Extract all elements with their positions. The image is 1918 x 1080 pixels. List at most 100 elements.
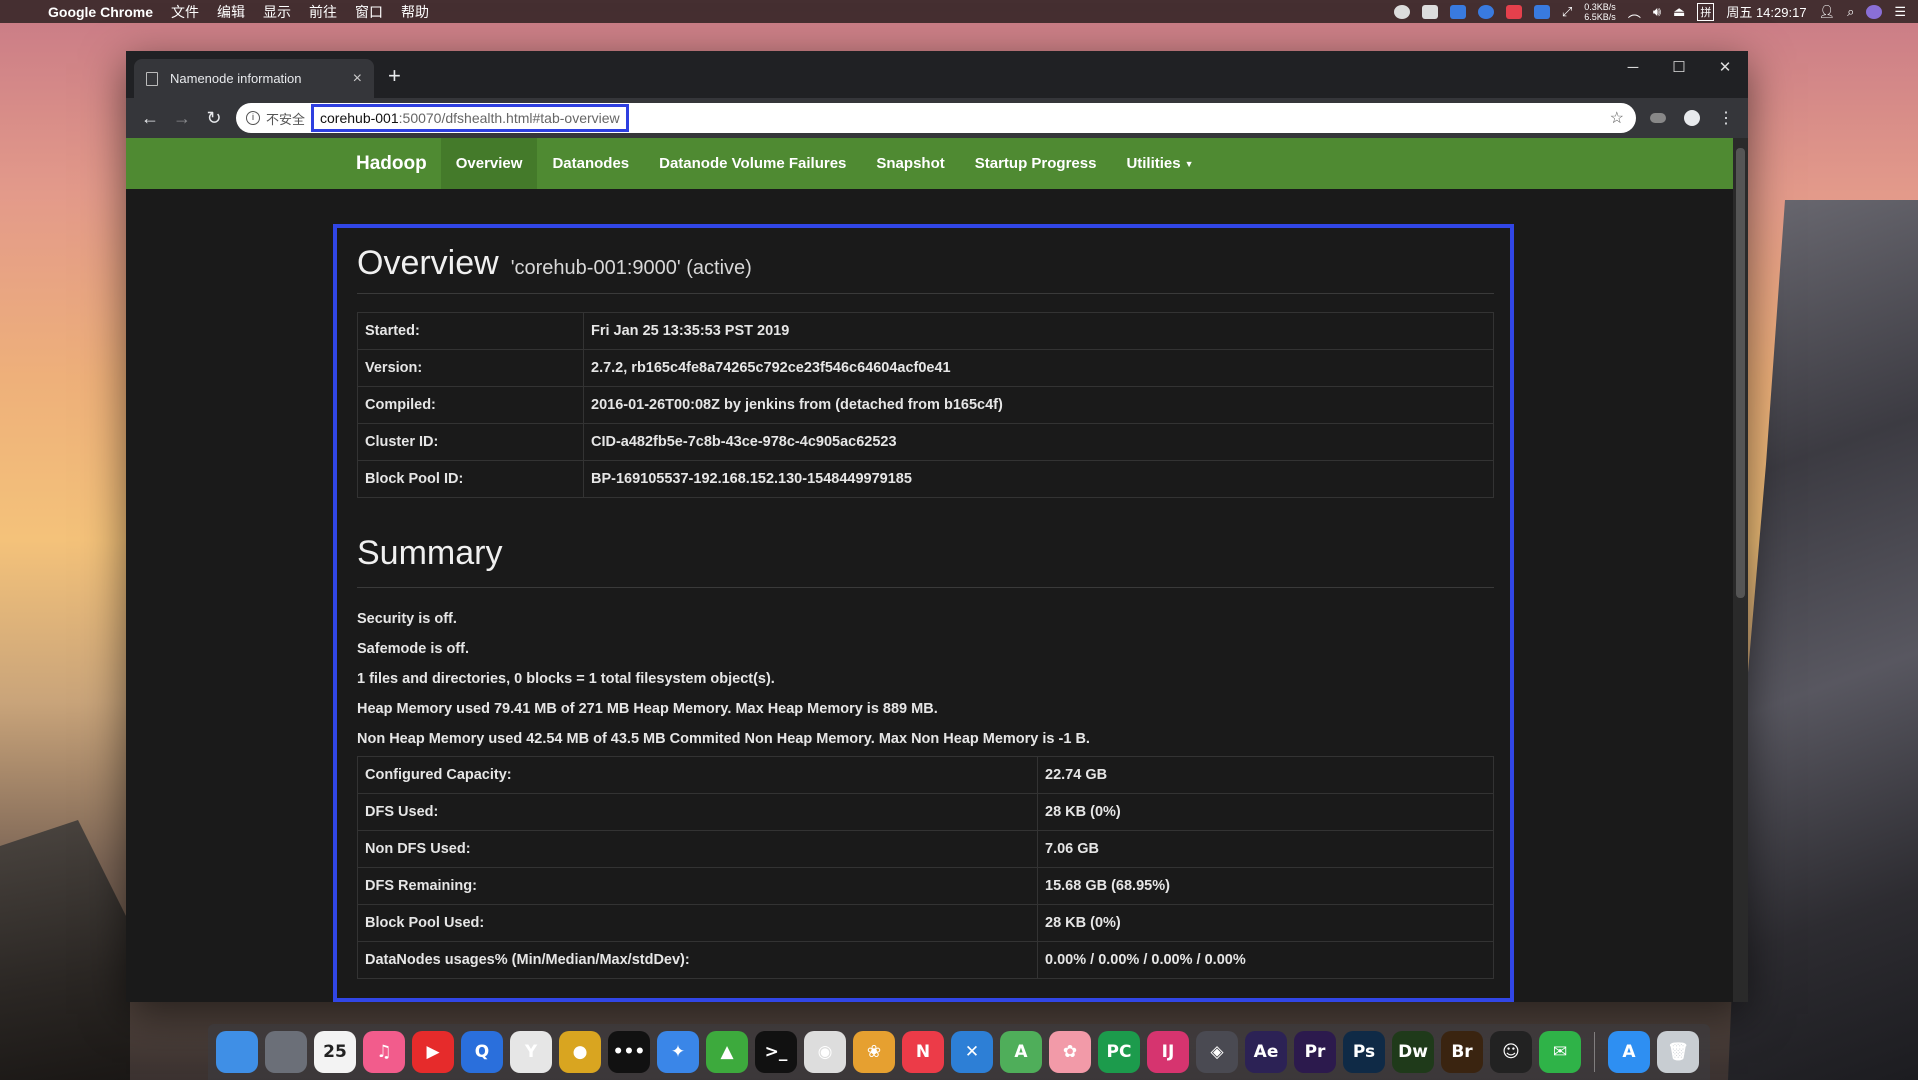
chrome-menu-icon[interactable]: ⋮ xyxy=(1718,108,1734,128)
nav-datanodes[interactable]: Datanodes xyxy=(537,138,644,189)
table-row: Non DFS Used: 7.06 GB xyxy=(357,830,1494,868)
url-text[interactable]: corehub-001:50070/dfshealth.html#tab-ove… xyxy=(311,104,629,132)
menu-file[interactable]: 文件 xyxy=(171,2,199,22)
browser-tab[interactable]: Namenode information × xyxy=(134,59,374,98)
yandex-icon[interactable]: Y xyxy=(510,1031,552,1073)
back-button[interactable]: ← xyxy=(134,108,166,129)
music-status-icon[interactable] xyxy=(1505,4,1522,19)
new-tab-button[interactable]: + xyxy=(388,63,401,89)
menubar-clock[interactable]: 周五 14:29:17 xyxy=(1726,2,1806,21)
launchpad-icon[interactable] xyxy=(265,1031,307,1073)
bridge-icon[interactable]: Br xyxy=(1441,1031,1483,1073)
chrome-icon[interactable]: ● xyxy=(559,1031,601,1073)
safari-icon[interactable]: ✦ xyxy=(657,1031,699,1073)
davinci-icon[interactable]: ◈ xyxy=(1196,1031,1238,1073)
chat-status-icon[interactable] xyxy=(1477,4,1494,19)
q-browser-icon[interactable]: Q xyxy=(461,1031,503,1073)
photoshop-icon[interactable]: Ps xyxy=(1343,1031,1385,1073)
bookmark-star-icon[interactable]: ☆ xyxy=(1610,108,1624,128)
table-row: Started: Fri Jan 25 13:35:53 PST 2019 xyxy=(357,312,1494,350)
maximize-button[interactable]: ☐ xyxy=(1656,51,1702,83)
news-icon[interactable]: N xyxy=(902,1031,944,1073)
expand-status-icon[interactable]: ⤢ xyxy=(1562,4,1572,20)
app-store-icon[interactable]: A xyxy=(1608,1031,1650,1073)
dots-icon[interactable]: ••• xyxy=(608,1031,650,1073)
finder-icon[interactable] xyxy=(216,1031,258,1073)
notification-center-icon[interactable]: ☰ xyxy=(1894,4,1906,20)
scrollbar-thumb[interactable] xyxy=(1736,148,1745,598)
input-method-indicator[interactable]: 拼 xyxy=(1697,2,1715,21)
site-info-icon[interactable]: i xyxy=(246,111,260,125)
hadoop-brand[interactable]: Hadoop xyxy=(356,153,427,175)
trash-icon[interactable]: 🗑 xyxy=(1657,1031,1699,1073)
keyboard-status-icon[interactable] xyxy=(1421,4,1438,19)
nav-utilities[interactable]: Utilities ▼ xyxy=(1111,138,1208,189)
row-value: 15.68 GB (68.95%) xyxy=(1037,867,1494,905)
qq-icon[interactable]: ☺ xyxy=(1490,1031,1532,1073)
row-key: Configured Capacity: xyxy=(357,756,1038,794)
overview-header: Overview 'corehub-001:9000' (active) xyxy=(357,244,1494,294)
insecure-label[interactable]: 不安全 xyxy=(266,109,305,128)
network-up-speed: 0.3KB/s xyxy=(1584,1,1616,12)
table-row: Compiled: 2016-01-26T00:08Z by jenkins f… xyxy=(357,386,1494,424)
menubar-app-name[interactable]: Google Chrome xyxy=(48,4,153,20)
spotlight-search-icon[interactable]: ⌕ xyxy=(1847,4,1854,20)
mindnode-icon[interactable]: ✿ xyxy=(1049,1031,1091,1073)
eject-icon[interactable]: ⏏ xyxy=(1673,4,1685,20)
menu-window[interactable]: 窗口 xyxy=(355,2,383,22)
android-icon[interactable]: ▲ xyxy=(706,1031,748,1073)
wechat-icon[interactable]: ✉ xyxy=(1539,1031,1581,1073)
github-icon[interactable]: ◉ xyxy=(804,1031,846,1073)
table-row: Cluster ID: CID-a482fb5e-7c8b-43ce-978c-… xyxy=(357,423,1494,461)
row-key: Compiled: xyxy=(357,386,584,424)
minimize-button[interactable]: ─ xyxy=(1610,51,1656,83)
dreamweaver-icon[interactable]: Dw xyxy=(1392,1031,1434,1073)
nav-datanode-volume-failures[interactable]: Datanode Volume Failures xyxy=(644,138,861,189)
premiere-icon[interactable]: Pr xyxy=(1294,1031,1336,1073)
screen-status-icon[interactable] xyxy=(1449,4,1466,19)
close-window-button[interactable]: ✕ xyxy=(1702,51,1748,83)
forward-button[interactable]: → xyxy=(166,108,198,129)
terminal-icon[interactable]: >_ xyxy=(755,1031,797,1073)
nav-startup-progress[interactable]: Startup Progress xyxy=(960,138,1112,189)
xcode-icon[interactable]: ✕ xyxy=(951,1031,993,1073)
url-path: :50070/dfshealth.html#tab-overview xyxy=(398,110,620,126)
url-host: corehub-001 xyxy=(320,110,399,126)
youtube-icon[interactable]: ▶ xyxy=(412,1031,454,1073)
nav-snapshot[interactable]: Snapshot xyxy=(861,138,959,189)
network-down-speed: 6.5KB/s xyxy=(1584,11,1616,22)
summary-title: Summary xyxy=(357,534,1494,588)
intellij-icon[interactable]: IJ xyxy=(1147,1031,1189,1073)
menu-edit[interactable]: 编辑 xyxy=(217,2,245,22)
menu-help[interactable]: 帮助 xyxy=(401,2,429,22)
music-icon[interactable]: ♫ xyxy=(363,1031,405,1073)
wifi-icon[interactable]: ︵ xyxy=(1628,2,1641,21)
table-row: Block Pool ID: BP-169105537-192.168.152.… xyxy=(357,460,1494,498)
translate-status-icon[interactable] xyxy=(1533,4,1550,19)
siri-icon[interactable] xyxy=(1866,4,1883,19)
nav-overview[interactable]: Overview xyxy=(440,138,538,189)
row-value: BP-169105537-192.168.152.130-15484499791… xyxy=(583,460,1494,498)
profile-avatar-icon[interactable] xyxy=(1684,110,1700,126)
after-effects-icon[interactable]: Ae xyxy=(1245,1031,1287,1073)
network-speed: 0.3KB/s 6.5KB/s xyxy=(1584,2,1616,22)
user-status-icon[interactable] xyxy=(1393,4,1410,19)
desktop-wallpaper-rock-left xyxy=(0,820,130,1080)
menu-go[interactable]: 前往 xyxy=(309,2,337,22)
menu-view[interactable]: 显示 xyxy=(263,2,291,22)
row-value: 22.74 GB xyxy=(1037,756,1494,794)
tab-close-icon[interactable]: × xyxy=(353,70,362,88)
row-key: DFS Remaining: xyxy=(357,867,1038,905)
photos-icon[interactable]: ❀ xyxy=(853,1031,895,1073)
calendar-icon[interactable]: 25 xyxy=(314,1031,356,1073)
pycharm-icon[interactable]: PC xyxy=(1098,1031,1140,1073)
user-icon[interactable]: 👤︎ xyxy=(1819,4,1836,20)
extension-icon[interactable] xyxy=(1650,113,1666,123)
macos-menubar: Google Chrome 文件 编辑 显示 前往 窗口 帮助 ⤢ 0.3KB/… xyxy=(0,0,1918,23)
android-studio-icon[interactable]: A xyxy=(1000,1031,1042,1073)
desktop-wallpaper-rock xyxy=(1728,200,1918,1080)
address-bar[interactable]: i 不安全 corehub-001:50070/dfshealth.html#t… xyxy=(236,103,1636,133)
page-scrollbar[interactable] xyxy=(1733,138,1748,1002)
volume-icon[interactable]: 🔊︎ xyxy=(1653,4,1661,20)
reload-button[interactable]: ↻ xyxy=(198,108,230,129)
